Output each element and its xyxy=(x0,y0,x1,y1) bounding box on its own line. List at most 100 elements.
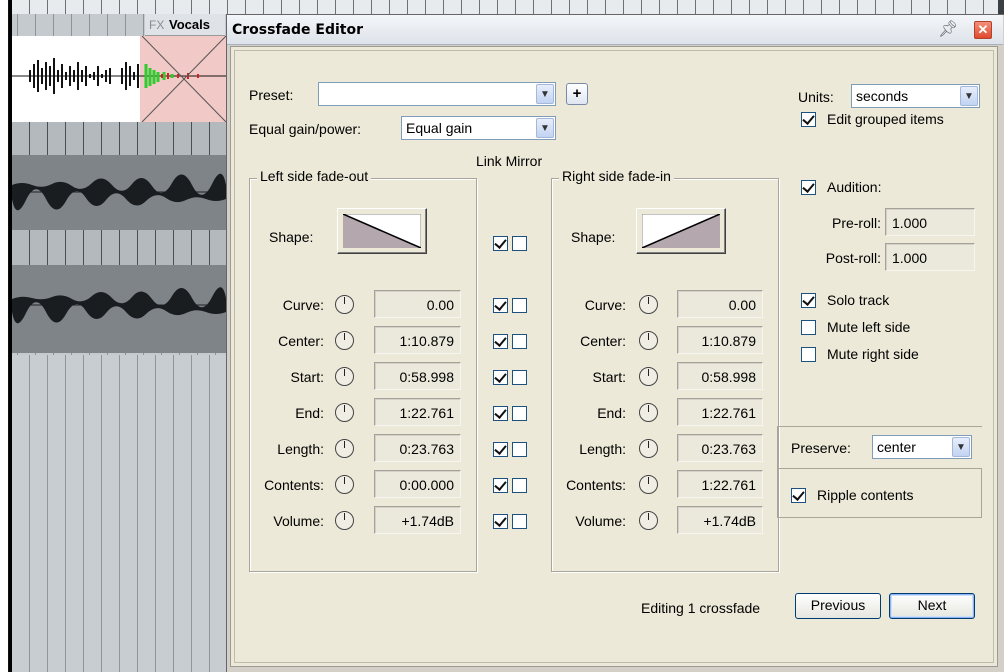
right-length-field[interactable]: 0:23.763 xyxy=(677,434,763,462)
link-end-checkbox[interactable] xyxy=(493,406,508,421)
mute-left-checkbox[interactable] xyxy=(801,320,816,335)
left-end-label: End: xyxy=(295,405,324,421)
right-length-knob[interactable] xyxy=(639,439,658,458)
vocals-track-header[interactable]: FX Vocals xyxy=(145,14,225,36)
previous-button[interactable]: Previous xyxy=(795,593,881,619)
chevron-down-icon[interactable]: ▼ xyxy=(536,84,554,104)
right-contents-field[interactable]: 1:22.761 xyxy=(677,470,763,498)
right-end-knob[interactable] xyxy=(639,403,658,422)
units-select[interactable]: seconds ▼ xyxy=(851,84,980,108)
right-end-field[interactable]: 1:22.761 xyxy=(677,398,763,426)
add-preset-button[interactable]: + xyxy=(566,83,588,105)
mirror-end-checkbox[interactable] xyxy=(512,406,527,421)
right-volume-field[interactable]: +1.74dB xyxy=(677,506,763,534)
link-center-checkbox[interactable] xyxy=(493,334,508,349)
link-start-checkbox[interactable] xyxy=(493,370,508,385)
right-contents-knob[interactable] xyxy=(639,475,658,494)
dialog-titlebar[interactable]: Crossfade Editor 📌︎ ✕ xyxy=(227,15,1003,45)
ripple-contents-label: Ripple contents xyxy=(817,487,914,503)
ripple-contents-checkbox[interactable] xyxy=(791,488,806,503)
right-end-label: End: xyxy=(597,405,626,421)
right-volume-knob[interactable] xyxy=(639,511,658,530)
link-mirror-label: Link Mirror xyxy=(476,153,543,169)
equal-gain-label: Equal gain/power: xyxy=(249,121,362,137)
vocals-waveform xyxy=(12,36,226,122)
right-start-knob[interactable] xyxy=(639,367,658,386)
right-start-field[interactable]: 0:58.998 xyxy=(677,362,763,390)
left-curve-knob[interactable] xyxy=(335,295,354,314)
solo-track-checkbox[interactable] xyxy=(801,293,816,308)
link-contents-checkbox[interactable] xyxy=(493,478,508,493)
edit-grouped-checkbox[interactable] xyxy=(801,112,816,127)
mirror-center-checkbox[interactable] xyxy=(512,334,527,349)
empty-arrange-area[interactable] xyxy=(12,355,226,672)
right-shape-button[interactable] xyxy=(636,208,726,254)
left-volume-knob[interactable] xyxy=(335,511,354,530)
units-label: Units: xyxy=(798,89,834,105)
preserve-select[interactable]: center ▼ xyxy=(872,435,972,459)
chevron-down-icon[interactable]: ▼ xyxy=(536,118,554,138)
preserve-value: center xyxy=(877,439,916,455)
crossfade-editor-dialog: Crossfade Editor 📌︎ ✕ Preset: ▼ + Units:… xyxy=(226,14,1004,672)
mirror-curve-checkbox[interactable] xyxy=(512,298,527,313)
mute-right-label: Mute right side xyxy=(827,346,919,362)
left-end-field[interactable]: 1:22.761 xyxy=(374,398,461,426)
left-start-knob[interactable] xyxy=(335,367,354,386)
audition-checkbox[interactable] xyxy=(801,180,816,195)
right-curve-field[interactable]: 0.00 xyxy=(677,290,763,318)
postroll-field[interactable]: 1.000 xyxy=(885,243,975,271)
left-volume-label: Volume: xyxy=(273,513,324,529)
track-fx-button[interactable]: FX xyxy=(149,18,164,32)
link-length-checkbox[interactable] xyxy=(493,442,508,457)
left-center-label: Center: xyxy=(278,333,324,349)
left-volume-field[interactable]: +1.74dB xyxy=(374,506,461,534)
preset-select[interactable]: ▼ xyxy=(318,82,556,106)
arrange-left-frame xyxy=(0,0,9,672)
left-shape-button[interactable] xyxy=(337,208,427,254)
left-start-label: Start: xyxy=(290,369,324,385)
link-volume-checkbox[interactable] xyxy=(493,514,508,529)
audio-item-3[interactable] xyxy=(12,265,226,353)
left-length-knob[interactable] xyxy=(335,439,354,458)
fade-out-shape-icon xyxy=(343,214,421,248)
preset-label: Preset: xyxy=(249,87,294,103)
left-shape-label: Shape: xyxy=(269,229,314,245)
left-center-field[interactable]: 1:10.879 xyxy=(374,326,461,354)
status-text: Editing 1 crossfade xyxy=(641,600,761,616)
preroll-field[interactable]: 1.000 xyxy=(885,208,975,236)
right-center-knob[interactable] xyxy=(639,331,658,350)
right-fadein-title: Right side fade-in xyxy=(559,168,674,184)
pin-icon[interactable]: 📌︎ xyxy=(938,20,958,40)
next-button[interactable]: Next xyxy=(889,593,975,619)
right-curve-knob[interactable] xyxy=(639,295,658,314)
link-curve-checkbox[interactable] xyxy=(493,298,508,313)
mirror-shape-checkbox[interactable] xyxy=(512,236,527,251)
left-length-label: Length: xyxy=(277,441,324,457)
timeline-ruler[interactable] xyxy=(12,0,1004,14)
left-start-field[interactable]: 0:58.998 xyxy=(374,362,461,390)
mirror-length-checkbox[interactable] xyxy=(512,442,527,457)
right-contents-label: Contents: xyxy=(566,477,626,493)
left-center-knob[interactable] xyxy=(335,331,354,350)
vocals-item[interactable] xyxy=(12,36,226,122)
left-curve-field[interactable]: 0.00 xyxy=(374,290,461,318)
postroll-label: Post-roll: xyxy=(825,250,881,266)
left-contents-knob[interactable] xyxy=(335,475,354,494)
mirror-start-checkbox[interactable] xyxy=(512,370,527,385)
mirror-contents-checkbox[interactable] xyxy=(512,478,527,493)
close-icon[interactable]: ✕ xyxy=(974,21,992,39)
equal-gain-select[interactable]: Equal gain ▼ xyxy=(401,116,556,140)
right-shape-label: Shape: xyxy=(571,229,616,245)
right-curve-label: Curve: xyxy=(584,297,626,313)
chevron-down-icon[interactable]: ▼ xyxy=(952,437,970,457)
left-contents-field[interactable]: 0:00.000 xyxy=(374,470,461,498)
right-center-label: Center: xyxy=(580,333,626,349)
mute-right-checkbox[interactable] xyxy=(801,347,816,362)
left-length-field[interactable]: 0:23.763 xyxy=(374,434,461,462)
mirror-volume-checkbox[interactable] xyxy=(512,514,527,529)
chevron-down-icon[interactable]: ▼ xyxy=(960,86,978,106)
audio-item-2[interactable] xyxy=(12,155,226,230)
link-shape-checkbox[interactable] xyxy=(493,236,508,251)
right-center-field[interactable]: 1:10.879 xyxy=(677,326,763,354)
left-end-knob[interactable] xyxy=(335,403,354,422)
